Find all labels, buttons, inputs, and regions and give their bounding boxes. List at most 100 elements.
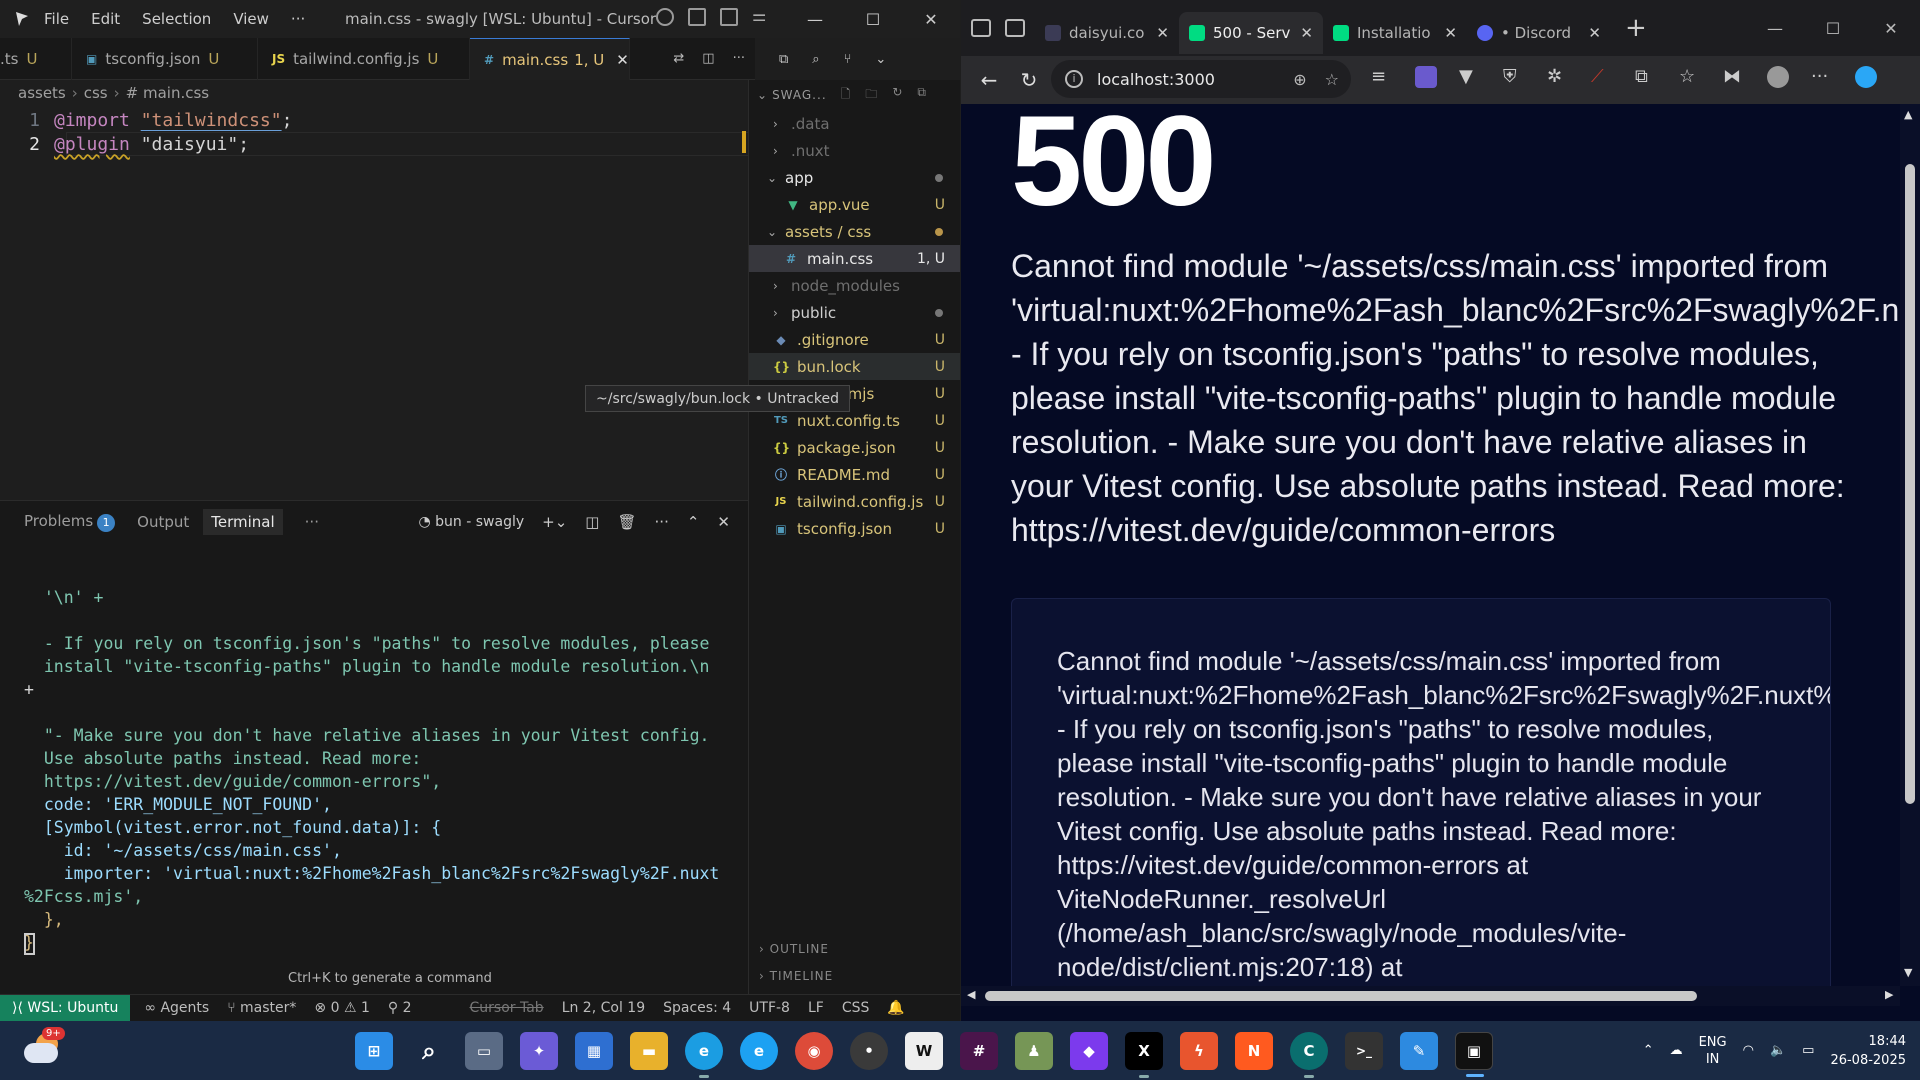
more-icon[interactable]: ···: [655, 513, 669, 531]
trash-icon[interactable]: 🗑: [617, 513, 636, 531]
problems-status[interactable]: ⊗ 0 ⚠ 1: [314, 1000, 369, 1016]
menu-edit[interactable]: Edit: [91, 10, 120, 28]
indentation[interactable]: Spaces: 4: [663, 1000, 731, 1016]
workspaces-icon[interactable]: [971, 19, 991, 37]
tab-output[interactable]: Output: [137, 513, 189, 531]
bell-icon[interactable]: 🔔: [887, 1000, 904, 1016]
onedrive-icon[interactable]: ☁: [1670, 1043, 1683, 1058]
breadcrumb-file[interactable]: # main.css: [126, 84, 209, 102]
terminal-icon[interactable]: >_: [1345, 1031, 1383, 1070]
collections-icon[interactable]: ⧓: [1723, 66, 1745, 88]
address-bar[interactable]: i localhost:3000 ⊕ ☆: [1051, 60, 1351, 98]
search-icon[interactable]: ⌕: [812, 52, 819, 67]
weather-widget[interactable]: 9+: [22, 1027, 66, 1073]
new-folder-icon[interactable]: 🗀: [865, 85, 878, 106]
avatar[interactable]: [1767, 66, 1789, 88]
new-terminal-icon[interactable]: +⌄: [542, 513, 567, 531]
toggle-panel-icon[interactable]: [688, 8, 706, 26]
gear-icon[interactable]: ✲: [1547, 66, 1569, 88]
breadcrumb-css[interactable]: css: [84, 84, 108, 102]
refresh-icon[interactable]: ↻: [892, 85, 903, 106]
chevron-up-icon[interactable]: ⌃: [1643, 1043, 1654, 1058]
tab-terminal[interactable]: Terminal: [203, 509, 283, 535]
terminal-selector[interactable]: ◔ bun - swagly: [419, 514, 525, 530]
tree-file-readme[interactable]: ⓘ README.md U: [749, 461, 960, 488]
eol[interactable]: LF: [808, 1000, 824, 1016]
tree-file-package-json[interactable]: {} package.json U: [749, 434, 960, 461]
tab-ts-file[interactable]: .ts U: [0, 38, 72, 80]
edge-icon[interactable]: e: [685, 1031, 723, 1078]
breadcrumb-assets[interactable]: assets: [18, 84, 66, 102]
panel-more[interactable]: ···: [305, 513, 319, 531]
favorite-star-icon[interactable]: ☆: [1325, 70, 1339, 89]
start-icon[interactable]: ⊞: [355, 1031, 393, 1070]
copilot-icon[interactable]: [1855, 66, 1877, 88]
tab-close-icon[interactable]: ✕: [616, 51, 629, 69]
close-tab-icon[interactable]: ✕: [1156, 24, 1169, 42]
paint-icon[interactable]: ✎: [1400, 1031, 1438, 1070]
tree-folder-nuxt[interactable]: › .nuxt: [749, 137, 960, 164]
extensions-icon[interactable]: ⧉: [1635, 66, 1657, 88]
language-indicator[interactable]: ENG IN: [1699, 1034, 1727, 1068]
split-editor-icon[interactable]: ◫: [702, 51, 714, 66]
chess-icon[interactable]: ♟: [1015, 1031, 1053, 1070]
open-changes-icon[interactable]: ⇄: [673, 51, 684, 66]
tree-file-tsconfig[interactable]: ▣ tsconfig.json U: [749, 515, 960, 542]
volume-icon[interactable]: 🔈: [1770, 1043, 1786, 1058]
cursor-app-icon[interactable]: ▣: [1455, 1031, 1493, 1077]
lightning-icon[interactable]: ϟ: [1180, 1031, 1218, 1070]
new-file-icon[interactable]: 🗋: [841, 85, 852, 106]
browser-tab-installation[interactable]: Installatio ✕: [1323, 12, 1467, 54]
vue-devtools-icon[interactable]: ▼: [1459, 66, 1481, 88]
scroll-left-icon[interactable]: ◀: [967, 988, 975, 1001]
browser-tab-discord[interactable]: • Discord ✕: [1467, 12, 1611, 54]
branch-status[interactable]: ⑂ master*: [227, 1000, 296, 1016]
toggle-sidebar-icon[interactable]: [720, 8, 738, 26]
tree-folder-app[interactable]: ⌄ app: [749, 164, 960, 191]
tree-file-app-vue[interactable]: ▼ app.vue U: [749, 191, 960, 218]
code-editor[interactable]: 1 @import "tailwindcss"; 2 @plugin "dais…: [0, 108, 750, 156]
tab-tailwind-config[interactable]: JS tailwind.config.js U: [258, 38, 470, 80]
tab-main-css[interactable]: # main.css 1, U ✕: [470, 38, 630, 80]
cursor-tab-status[interactable]: Cursor Tab: [470, 1000, 544, 1016]
copilot-icon[interactable]: ✦: [520, 1031, 558, 1070]
close-tab-icon[interactable]: ✕: [1300, 24, 1313, 42]
shield-icon[interactable]: ⛨: [1503, 66, 1525, 88]
zoom-icon[interactable]: ⊕: [1293, 70, 1306, 89]
tab-problems[interactable]: Problems 1: [24, 512, 116, 532]
timeline-section[interactable]: › TIMELINE: [759, 969, 833, 983]
menu-more[interactable]: ···: [291, 10, 305, 28]
browser-minimize-button[interactable]: —: [1746, 0, 1804, 56]
tab-actions-icon[interactable]: [1005, 19, 1025, 37]
close-tab-icon[interactable]: ✕: [1588, 24, 1601, 42]
wikipedia-icon[interactable]: W: [905, 1031, 943, 1070]
favorites-icon[interactable]: ☆: [1679, 66, 1701, 88]
tree-folder-data[interactable]: › .data: [749, 110, 960, 137]
layout-icon[interactable]: ⚌: [752, 8, 770, 26]
tree-folder-public[interactable]: › public: [749, 299, 960, 326]
close-button[interactable]: ✕: [902, 0, 960, 38]
scroll-thumb[interactable]: [1905, 164, 1915, 804]
tree-file-gitignore[interactable]: ◆ .gitignore U: [749, 326, 960, 353]
tree-file-bun-lock[interactable]: {} bun.lock U: [749, 353, 960, 380]
edge-beta-icon[interactable]: e: [740, 1031, 778, 1070]
edge-dev-icon[interactable]: C: [1290, 1031, 1328, 1078]
agents-status[interactable]: ∞ Agents: [144, 1000, 209, 1016]
vertical-scrollbar[interactable]: ▲ ▼: [1900, 104, 1920, 986]
extension-icon[interactable]: ⟋: [1591, 66, 1613, 88]
n-app-icon[interactable]: N: [1235, 1031, 1273, 1070]
explorer-header[interactable]: ⌄ SWAG... 🗋 🗀 ↻ ⧉: [749, 80, 960, 110]
browser-tab-daisyui[interactable]: daisyui.co ✕: [1035, 12, 1179, 54]
search-icon[interactable]: ⌕: [410, 1032, 448, 1070]
remote-indicator[interactable]: ⟩⟨ WSL: Ubuntu: [0, 994, 131, 1021]
collapse-icon[interactable]: ⧉: [917, 85, 927, 106]
wifi-icon[interactable]: ◠: [1743, 1043, 1754, 1058]
horizontal-scrollbar[interactable]: ◀ ▶: [961, 986, 1900, 1006]
menu-file[interactable]: File: [44, 10, 69, 28]
explorer-icon[interactable]: ⧉: [779, 52, 788, 67]
tree-file-tailwind-config[interactable]: JS tailwind.config.js U: [749, 488, 960, 515]
browser-maximize-button[interactable]: ☐: [1804, 0, 1862, 56]
language-mode[interactable]: CSS: [842, 1000, 870, 1016]
encoding[interactable]: UTF-8: [749, 1000, 790, 1016]
split-terminal-icon[interactable]: ◫: [585, 513, 599, 531]
